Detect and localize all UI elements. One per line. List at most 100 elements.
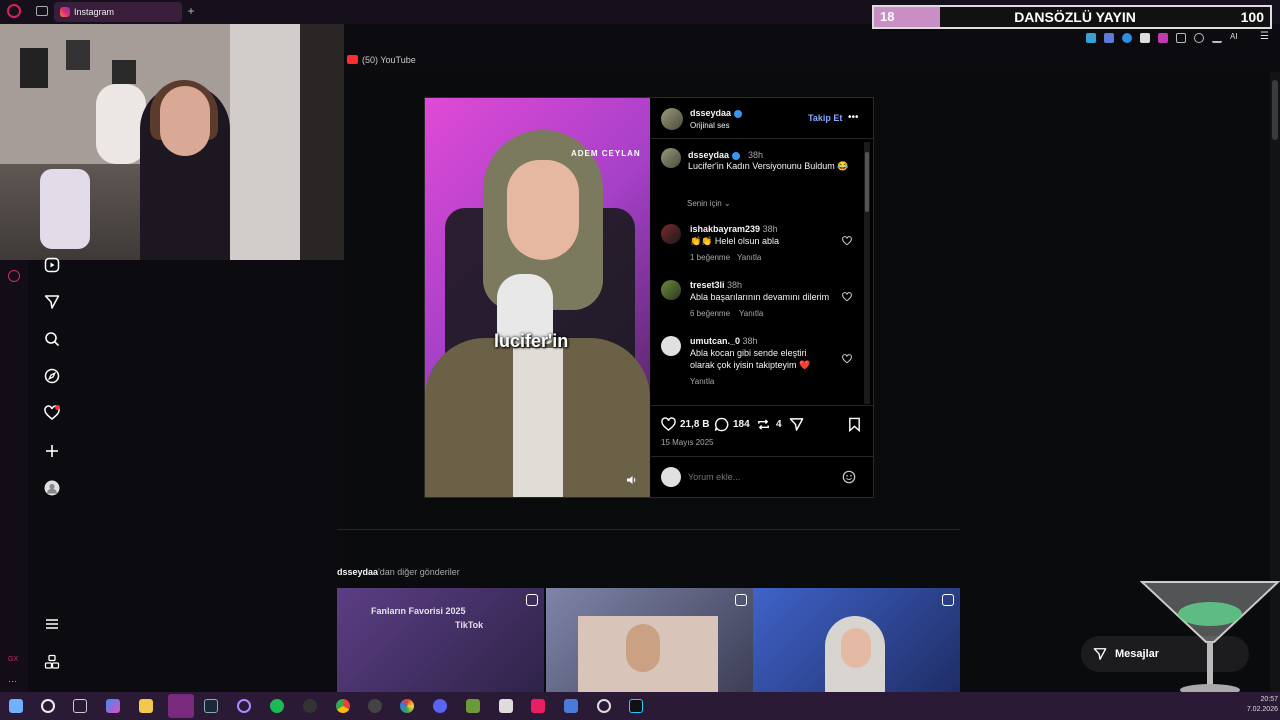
tab-instagram[interactable]: Instagram bbox=[54, 2, 182, 22]
puzzle-icon[interactable] bbox=[1176, 33, 1186, 43]
more-options-icon[interactable]: ••• bbox=[848, 112, 859, 123]
comment-text: Abla kocan gibi sende eleştiri olarak ço… bbox=[690, 348, 811, 370]
cocktail-glass-overlay bbox=[1140, 578, 1280, 698]
divider bbox=[651, 405, 873, 406]
extension-icon[interactable] bbox=[1104, 33, 1114, 43]
app-icon[interactable] bbox=[499, 699, 513, 713]
caption-avatar[interactable] bbox=[661, 148, 681, 168]
bookmark-icon[interactable] bbox=[848, 417, 861, 432]
post-thumbnail[interactable] bbox=[546, 588, 753, 692]
repost-icon[interactable] bbox=[756, 417, 771, 432]
verified-icon bbox=[734, 109, 743, 118]
divider bbox=[651, 456, 873, 457]
comment-avatar[interactable] bbox=[661, 280, 681, 300]
reels-icon[interactable] bbox=[44, 257, 60, 273]
comment-count[interactable]: 184 bbox=[733, 419, 750, 430]
app-icon[interactable] bbox=[564, 699, 578, 713]
comment-username[interactable]: ishakbayram239 38h bbox=[690, 224, 778, 234]
comments-scrollbar[interactable] bbox=[864, 142, 870, 404]
extension-icon[interactable] bbox=[1122, 33, 1132, 43]
tab-manager-icon[interactable] bbox=[36, 6, 48, 16]
page-scrollbar-thumb[interactable] bbox=[1272, 80, 1278, 140]
app-icon[interactable] bbox=[400, 699, 414, 713]
taskbar-clock[interactable]: 20:57 7.02.2026 bbox=[1230, 695, 1278, 715]
for-you-toggle[interactable]: Senin için ⌄ bbox=[687, 199, 731, 208]
task-view-icon[interactable] bbox=[73, 699, 87, 713]
extension-icon[interactable] bbox=[1086, 33, 1096, 43]
download-icon[interactable] bbox=[1212, 33, 1222, 43]
caption-username[interactable]: dsseydaa 38h bbox=[688, 150, 763, 160]
menu-icon[interactable] bbox=[44, 616, 60, 632]
extension-icon[interactable] bbox=[1158, 33, 1168, 43]
comment-icon[interactable] bbox=[714, 417, 729, 432]
comment-like-icon[interactable] bbox=[842, 236, 852, 246]
settings-icon[interactable] bbox=[597, 699, 611, 713]
post-thumbnail[interactable]: Fanların Favorisi 2025 TikTok bbox=[337, 588, 544, 692]
extension-icon[interactable] bbox=[1140, 33, 1150, 43]
comment-like-icon[interactable] bbox=[842, 292, 852, 302]
extensions-bar: AI ☰ bbox=[1080, 30, 1280, 46]
chrome-icon[interactable] bbox=[336, 699, 350, 713]
share-icon[interactable] bbox=[789, 417, 804, 432]
instagram-icon bbox=[60, 7, 70, 17]
reply-link[interactable]: Yanıtla bbox=[737, 253, 761, 262]
send-icon[interactable] bbox=[44, 294, 60, 310]
more-icon[interactable]: ⋯ bbox=[8, 676, 17, 687]
my-avatar bbox=[661, 467, 681, 487]
reel-icon bbox=[735, 594, 747, 606]
overlay-title: DANSÖZLÜ YAYIN bbox=[1014, 9, 1136, 25]
comment-avatar[interactable] bbox=[661, 224, 681, 244]
author-avatar[interactable] bbox=[661, 108, 683, 130]
overlay-counter-left: 18 bbox=[874, 7, 940, 27]
more-posts-heading: dsseydaa'dan diğer gönderiler bbox=[337, 567, 460, 577]
search-icon[interactable] bbox=[44, 331, 60, 347]
emoji-icon[interactable] bbox=[842, 470, 856, 484]
ai-button[interactable]: AI bbox=[1230, 32, 1238, 41]
like-icon[interactable] bbox=[661, 417, 676, 432]
file-explorer-icon[interactable] bbox=[139, 699, 153, 713]
follow-button[interactable]: Takip Et bbox=[808, 113, 842, 123]
comment-avatar[interactable] bbox=[661, 336, 681, 356]
copilot-icon[interactable] bbox=[106, 699, 120, 713]
comment-likes[interactable]: 1 beğenme bbox=[690, 253, 730, 262]
repost-count[interactable]: 4 bbox=[776, 419, 782, 430]
more-apps-icon[interactable] bbox=[44, 654, 60, 670]
media-indicator[interactable]: (50) YouTube bbox=[347, 54, 416, 66]
reply-link[interactable]: Yanıtla bbox=[690, 377, 714, 386]
comment-text: 👏👏 Helel olsun abla bbox=[690, 236, 779, 246]
opera-gx-taskbar-icon[interactable] bbox=[168, 694, 194, 718]
app-icon[interactable] bbox=[303, 699, 317, 713]
search-icon[interactable] bbox=[41, 699, 55, 713]
comment-like-icon[interactable] bbox=[842, 354, 852, 364]
post-thumbnail[interactable] bbox=[753, 588, 960, 692]
volume-icon[interactable] bbox=[626, 474, 638, 486]
create-icon[interactable] bbox=[44, 443, 60, 459]
comment-username[interactable]: umutcan._0 38h bbox=[690, 336, 758, 346]
opera-logo-icon[interactable] bbox=[7, 4, 21, 18]
menu-icon[interactable]: ☰ bbox=[1260, 31, 1269, 42]
comment-username[interactable]: treset3li 38h bbox=[690, 280, 742, 290]
profile-icon[interactable] bbox=[1194, 33, 1204, 43]
minecraft-icon[interactable] bbox=[466, 699, 480, 713]
app-icon[interactable] bbox=[237, 699, 251, 713]
tiktok-live-icon[interactable] bbox=[531, 699, 545, 713]
like-count[interactable]: 21,8 B bbox=[680, 419, 709, 430]
discord-icon[interactable] bbox=[433, 699, 447, 713]
author-username[interactable]: dsseydaa bbox=[690, 108, 743, 118]
divider bbox=[651, 138, 873, 139]
gx-icon[interactable]: GX bbox=[8, 656, 18, 663]
new-tab-button[interactable]: + bbox=[184, 4, 198, 18]
tiktok-icon[interactable] bbox=[629, 699, 643, 713]
profile-icon[interactable] bbox=[44, 480, 60, 496]
explore-icon[interactable] bbox=[44, 368, 60, 384]
spotify-icon[interactable] bbox=[270, 699, 284, 713]
heart-icon[interactable] bbox=[44, 405, 60, 421]
settings-icon[interactable] bbox=[8, 270, 20, 282]
audio-label[interactable]: Orijinal ses bbox=[690, 121, 730, 130]
comment-likes[interactable]: 6 beğenme bbox=[690, 309, 730, 318]
start-icon[interactable] bbox=[9, 699, 23, 713]
steam-icon[interactable] bbox=[204, 699, 218, 713]
obs-icon[interactable] bbox=[368, 699, 382, 713]
reply-link[interactable]: Yanıtla bbox=[739, 309, 763, 318]
comment-input[interactable] bbox=[688, 470, 828, 484]
